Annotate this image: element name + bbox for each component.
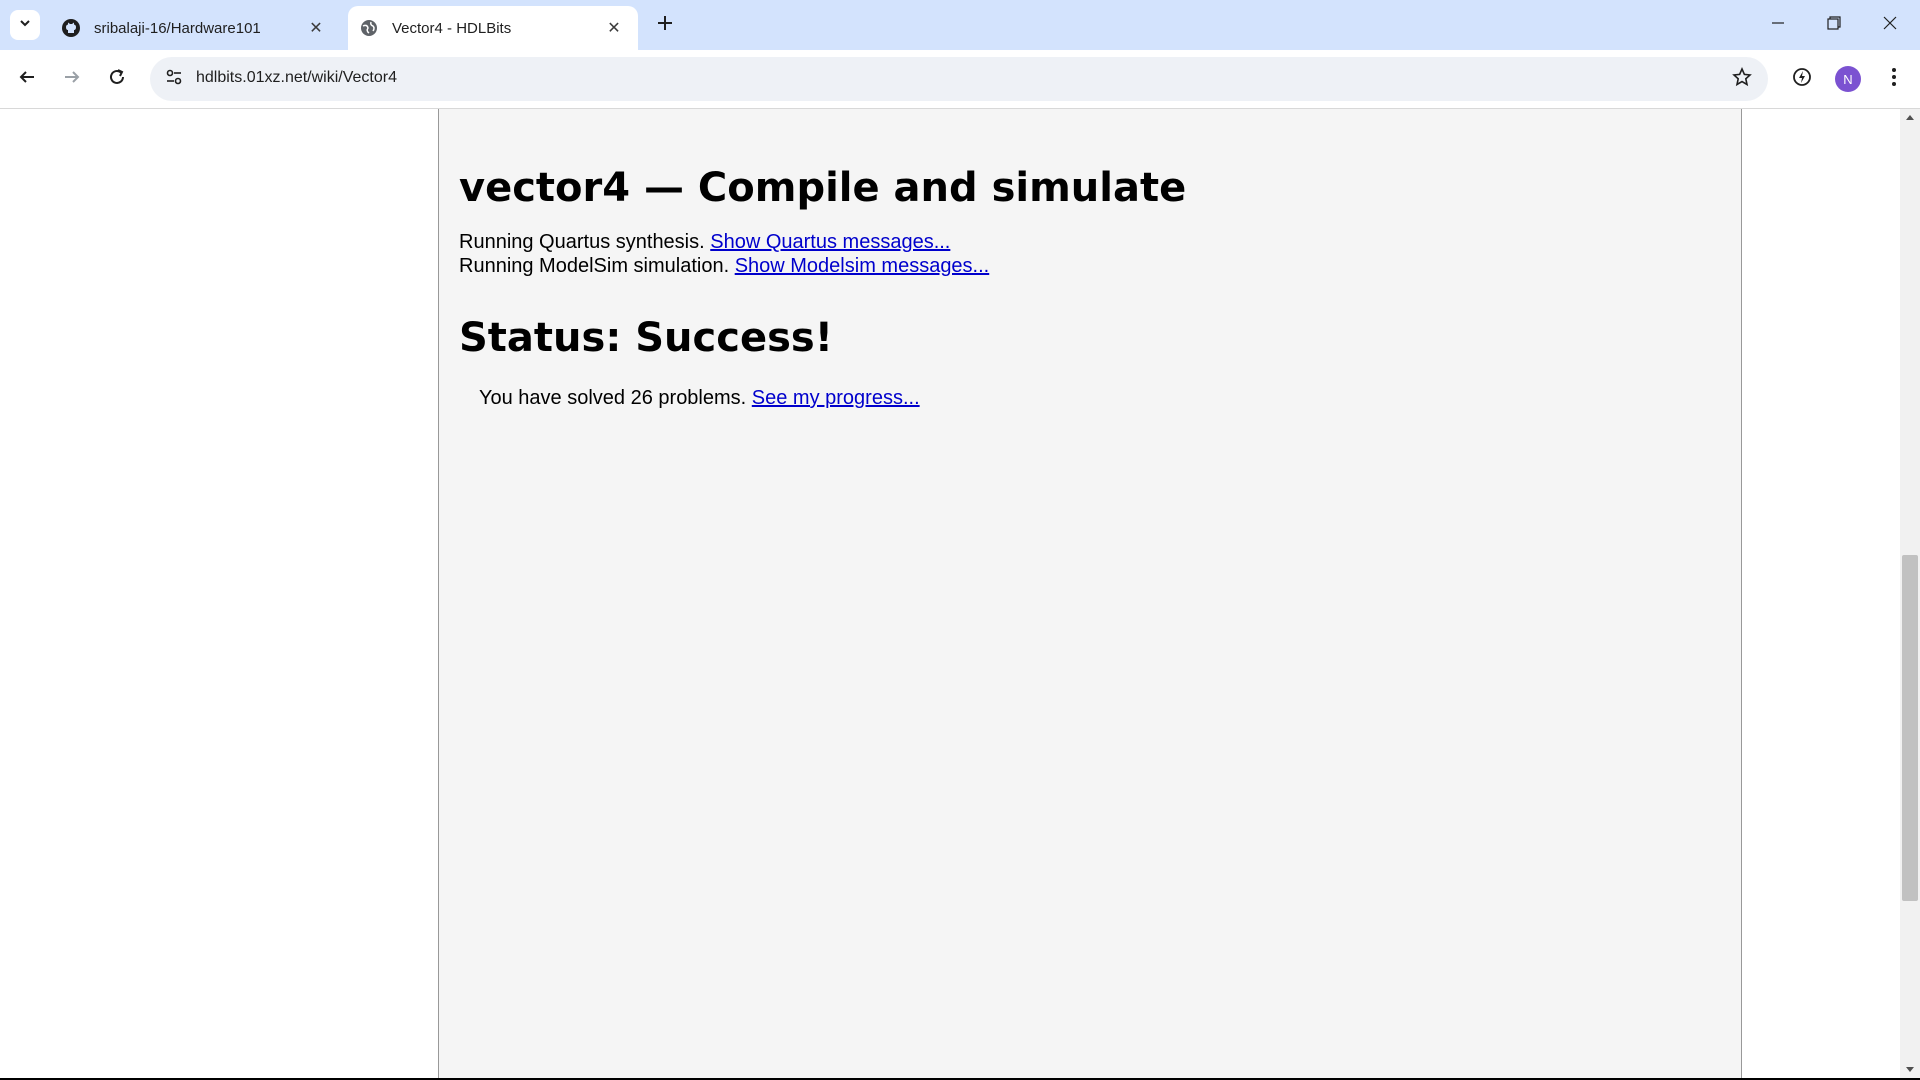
solved-count-text: You have solved 26 problems. <box>479 387 752 409</box>
status-heading: Status: Success! <box>459 315 833 361</box>
tab-title: sribalaji-16/Hardware101 <box>94 19 261 37</box>
reload-button[interactable] <box>99 61 135 97</box>
reload-icon <box>108 68 126 91</box>
bookmark-button[interactable] <box>1730 66 1754 92</box>
more-vert-icon <box>1891 67 1897 92</box>
quartus-status-line: Running Quartus synthesis. Show Quartus … <box>459 231 950 254</box>
profile-avatar[interactable]: N <box>1835 66 1861 92</box>
plus-icon <box>657 15 673 36</box>
restore-button[interactable] <box>1806 0 1862 50</box>
browser-window: sribalaji-16/Hardware101 ✕ Vector4 - HDL… <box>0 0 1920 1078</box>
extension-icon <box>1792 67 1812 92</box>
page-title: vector4 — Compile and simulate <box>459 165 1187 211</box>
tab-search-button[interactable] <box>10 10 40 40</box>
address-bar[interactable]: hdlbits.01xz.net/wiki/Vector4 <box>150 57 1768 101</box>
quartus-status-text: Running Quartus synthesis. <box>459 231 711 253</box>
modelsim-status-text: Running ModelSim simulation. <box>459 255 735 277</box>
github-icon <box>60 17 82 39</box>
back-button[interactable] <box>9 61 45 97</box>
scroll-up-button[interactable] <box>1900 109 1920 125</box>
browser-toolbar: hdlbits.01xz.net/wiki/Vector4 N <box>0 50 1920 109</box>
vertical-scrollbar[interactable] <box>1900 109 1920 1078</box>
url-text[interactable]: hdlbits.01xz.net/wiki/Vector4 <box>196 69 397 87</box>
tab-github[interactable]: sribalaji-16/Hardware101 ✕ <box>50 6 340 50</box>
content-panel: vector4 — Compile and simulate Running Q… <box>438 109 1742 1078</box>
globe-icon <box>358 17 380 39</box>
extension-button[interactable] <box>1784 61 1820 97</box>
scrollbar-thumb[interactable] <box>1902 555 1918 901</box>
close-tab-icon[interactable]: ✕ <box>602 16 626 40</box>
new-tab-button[interactable] <box>651 11 679 39</box>
close-icon <box>1883 16 1897 35</box>
arrow-right-icon <box>63 68 81 91</box>
arrow-left-icon <box>18 68 36 91</box>
tab-strip: sribalaji-16/Hardware101 ✕ Vector4 - HDL… <box>0 0 1920 50</box>
page-viewport: vector4 — Compile and simulate Running Q… <box>0 109 1900 1078</box>
minimize-icon <box>1771 16 1785 35</box>
menu-button[interactable] <box>1876 61 1912 97</box>
minimize-button[interactable] <box>1750 0 1806 50</box>
forward-button[interactable] <box>54 61 90 97</box>
show-quartus-messages-link[interactable]: Show Quartus messages... <box>710 231 950 253</box>
close-tab-icon[interactable]: ✕ <box>304 16 328 40</box>
progress-line: You have solved 26 problems. See my prog… <box>479 387 920 410</box>
avatar-initial: N <box>1843 71 1853 87</box>
tune-icon <box>165 68 183 91</box>
triangle-down-icon <box>1905 1061 1915 1078</box>
modelsim-status-line: Running ModelSim simulation. Show Models… <box>459 255 989 278</box>
site-info-button[interactable] <box>160 65 188 93</box>
chevron-down-icon <box>18 16 32 35</box>
star-icon <box>1732 66 1752 92</box>
triangle-up-icon <box>1905 108 1915 126</box>
close-window-button[interactable] <box>1862 0 1918 50</box>
tab-title: Vector4 - HDLBits <box>392 19 512 37</box>
see-my-progress-link[interactable]: See my progress... <box>752 387 920 409</box>
restore-icon <box>1827 15 1841 35</box>
tab-hdlbits[interactable]: Vector4 - HDLBits ✕ <box>348 6 638 50</box>
show-modelsim-messages-link[interactable]: Show Modelsim messages... <box>735 255 990 277</box>
scroll-down-button[interactable] <box>1900 1062 1920 1078</box>
